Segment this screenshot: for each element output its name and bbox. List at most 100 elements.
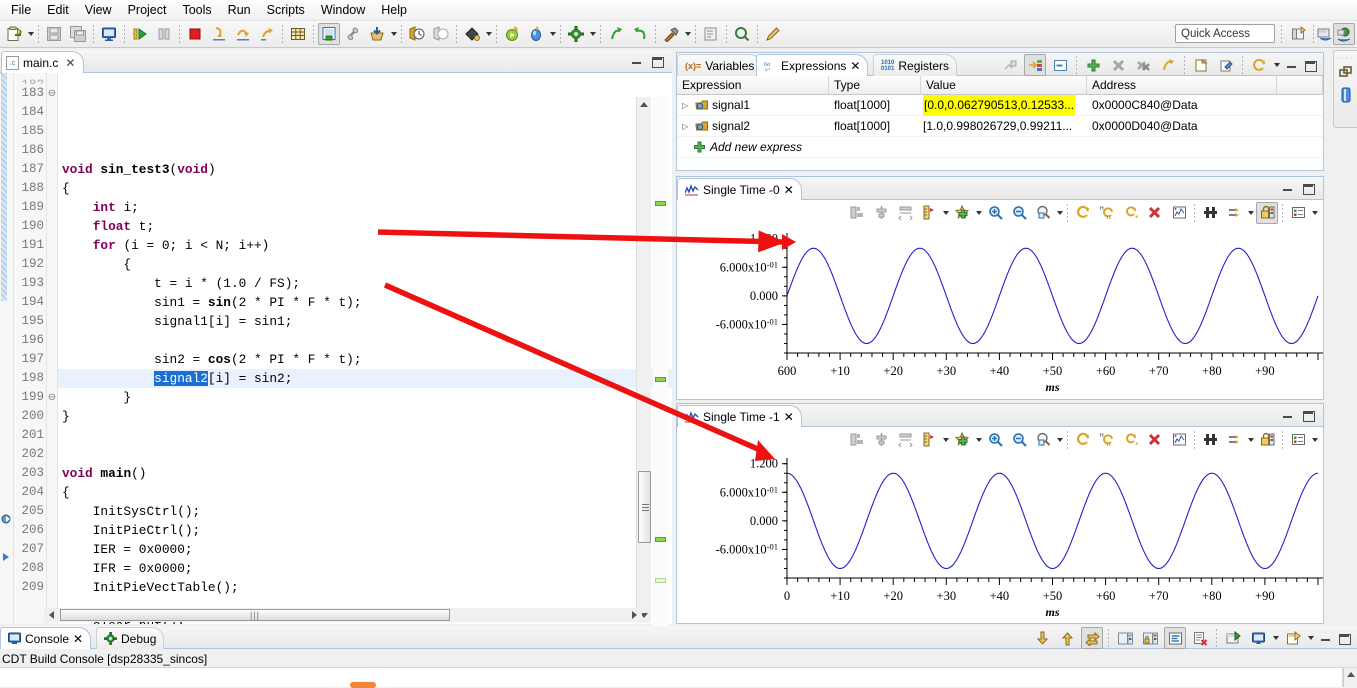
view-menu-icon[interactable]: [1310, 202, 1319, 224]
load-program-icon[interactable]: [318, 23, 340, 45]
zoom-out-icon[interactable]: [1008, 429, 1030, 451]
resume-icon[interactable]: [129, 23, 151, 45]
fold-toggle[interactable]: ⊖: [47, 388, 57, 407]
edit-watch-icon[interactable]: [1215, 54, 1237, 76]
column-header-address[interactable]: Address: [1087, 75, 1277, 95]
close-icon[interactable]: ✕: [850, 59, 860, 73]
expressions-maximize-button[interactable]: [1303, 58, 1317, 72]
zoom-select-icon[interactable]: [1032, 202, 1054, 224]
fold-toggle[interactable]: [47, 122, 57, 141]
collapse-all-icon[interactable]: [1049, 54, 1071, 76]
console-output-area[interactable]: [0, 668, 1357, 688]
add-icon[interactable]: [693, 141, 706, 154]
step-into-icon[interactable]: [208, 23, 230, 45]
code-line[interactable]: float t;: [62, 217, 672, 236]
perspective-debug-icon[interactable]: [1333, 23, 1355, 45]
overview-marker[interactable]: [655, 377, 666, 382]
menu-item-scripts[interactable]: Scripts: [259, 1, 313, 19]
editor-tab-main-c[interactable]: .c main.c ✕: [1, 51, 85, 73]
code-line[interactable]: int i;: [62, 198, 672, 217]
fold-toggle[interactable]: [47, 521, 57, 540]
menu-item-file[interactable]: File: [3, 1, 39, 19]
pencil-icon[interactable]: [762, 23, 784, 45]
refresh-halt-icon[interactable]: HH: [1096, 429, 1118, 451]
terminate-icon[interactable]: [184, 23, 206, 45]
external-tools-icon[interactable]: [700, 23, 722, 45]
step-over-icon[interactable]: [232, 23, 254, 45]
scroll-down-icon[interactable]: [1031, 627, 1053, 649]
console-icon[interactable]: [98, 23, 120, 45]
fold-toggle[interactable]: [47, 236, 57, 255]
graph2-minimize-button[interactable]: [1281, 408, 1295, 422]
gear-dropdown-icon[interactable]: [588, 23, 597, 45]
scroll-left-arrow-icon[interactable]: [46, 610, 56, 620]
measure-dropdown-icon[interactable]: [941, 429, 950, 451]
menu-item-view[interactable]: View: [77, 1, 120, 19]
overview-marker[interactable]: [655, 578, 666, 583]
fold-toggle[interactable]: [47, 179, 57, 198]
scroll-up-arrow-icon[interactable]: [639, 99, 650, 110]
new-watch-icon[interactable]: [1190, 54, 1212, 76]
fold-toggle[interactable]: [47, 483, 57, 502]
view-menu-icon[interactable]: [1310, 429, 1319, 451]
fold-toggle[interactable]: [47, 293, 57, 312]
code-folding-gutter[interactable]: ⊖ ⊖: [47, 73, 58, 624]
clear-data-icon[interactable]: [1144, 202, 1166, 224]
add-marker-icon[interactable]: [951, 202, 973, 224]
fold-toggle[interactable]: [47, 274, 57, 293]
measure-dropdown-icon[interactable]: [941, 202, 950, 224]
zoom-in-icon[interactable]: [984, 429, 1006, 451]
continuous-refresh-icon[interactable]: [1120, 202, 1142, 224]
add-expression-icon[interactable]: [1082, 54, 1104, 76]
pin-console-icon[interactable]: [1139, 627, 1161, 649]
code-line[interactable]: InitPieCtrl();: [62, 521, 672, 540]
menu-item-tools[interactable]: Tools: [174, 1, 219, 19]
console-options-icon[interactable]: [1282, 627, 1304, 649]
code-line[interactable]: [62, 331, 672, 350]
fastview-grip[interactable]: ····: [1334, 51, 1357, 62]
tab-single-time-1[interactable]: Single Time -1 ✕: [677, 405, 802, 427]
fold-toggle[interactable]: [47, 369, 57, 388]
fold-toggle[interactable]: [47, 312, 57, 331]
continuous-refresh-icon[interactable]: [1120, 429, 1142, 451]
view-menu-icon[interactable]: [1272, 54, 1281, 76]
clock-icon[interactable]: [406, 23, 428, 45]
fold-toggle[interactable]: [47, 559, 57, 578]
editor-horizontal-scrollbar[interactable]: |||: [44, 608, 642, 622]
column-header-value[interactable]: Value: [921, 75, 1087, 95]
show-type-names-icon[interactable]: [1024, 54, 1046, 76]
step-return-icon[interactable]: [256, 23, 278, 45]
refresh-icon[interactable]: [1072, 202, 1094, 224]
fold-toggle[interactable]: [47, 350, 57, 369]
graph1-maximize-button[interactable]: [1301, 181, 1315, 195]
zoom-select-dropdown-icon[interactable]: [1055, 429, 1064, 451]
selected-token[interactable]: signal2: [154, 371, 208, 386]
measure-icon[interactable]: [918, 202, 940, 224]
export-icon[interactable]: [1223, 429, 1245, 451]
download-dropdown-icon[interactable]: [389, 23, 398, 45]
close-icon[interactable]: ✕: [65, 56, 75, 70]
download-icon[interactable]: [366, 23, 388, 45]
remove-console-icon[interactable]: [1189, 627, 1211, 649]
tab-debug[interactable]: Debug: [96, 627, 165, 649]
fold-toggle[interactable]: ⊖: [47, 84, 57, 103]
export-dropdown-icon[interactable]: [1246, 202, 1255, 224]
new-icon[interactable]: [3, 23, 25, 45]
overview-marker[interactable]: [655, 201, 666, 206]
overview-ruler[interactable]: [653, 97, 668, 642]
code-line[interactable]: signal2[i] = sin2;: [58, 369, 672, 388]
console-maximize-button[interactable]: [1337, 631, 1351, 645]
expressions-minimize-button[interactable]: [1285, 58, 1299, 72]
menu-item-edit[interactable]: Edit: [39, 1, 77, 19]
fold-toggle[interactable]: [47, 255, 57, 274]
overview-marker[interactable]: [655, 537, 666, 542]
code-line[interactable]: {: [62, 179, 672, 198]
scroll-up-icon[interactable]: [1056, 627, 1078, 649]
add-marker-icon[interactable]: [951, 429, 973, 451]
code-line[interactable]: }: [62, 407, 672, 426]
fold-toggle[interactable]: [47, 217, 57, 236]
hammer-icon[interactable]: [660, 23, 682, 45]
expand-arrow-icon[interactable]: ▷: [682, 95, 692, 116]
fold-toggle[interactable]: [47, 331, 57, 350]
code-line[interactable]: InitSysCtrl();: [62, 502, 672, 521]
